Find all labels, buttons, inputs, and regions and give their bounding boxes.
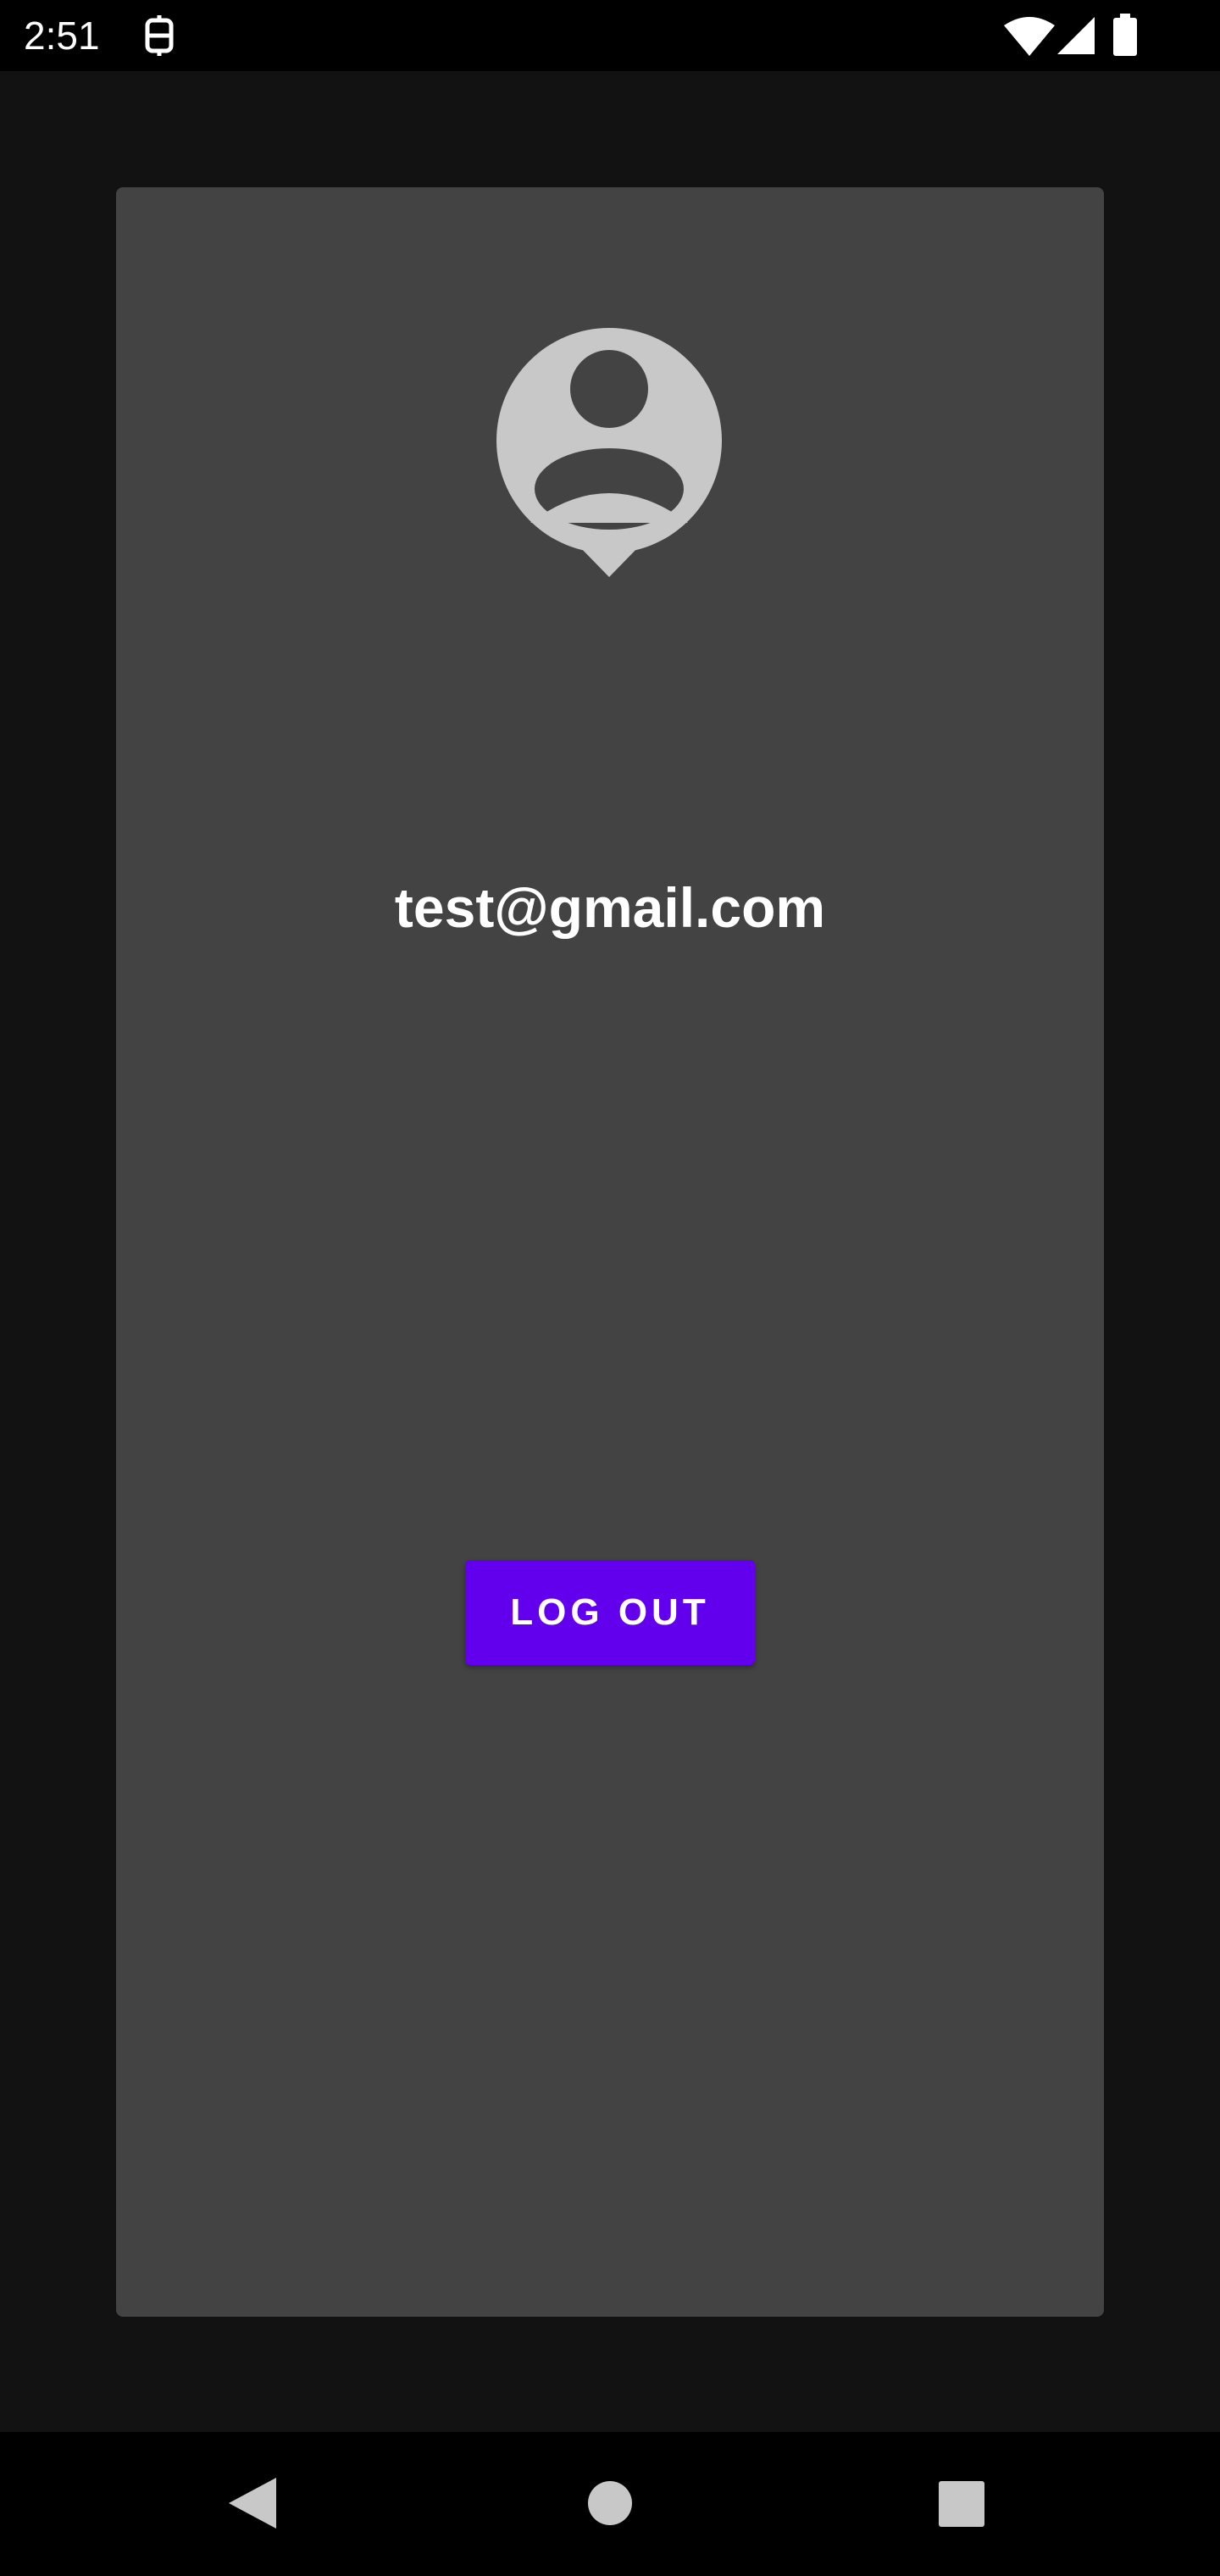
logout-button[interactable]: LOG OUT bbox=[465, 1560, 755, 1665]
home-icon[interactable] bbox=[588, 2481, 632, 2525]
account-avatar-icon bbox=[496, 328, 722, 577]
back-icon[interactable] bbox=[229, 2478, 276, 2529]
battery-icon bbox=[1113, 14, 1137, 56]
logout-button-label: LOG OUT bbox=[510, 1591, 710, 1633]
sync-icon bbox=[145, 15, 174, 56]
cellular-signal-icon bbox=[1057, 17, 1095, 54]
user-email: test@gmail.com bbox=[394, 876, 826, 939]
recents-icon[interactable] bbox=[939, 2481, 984, 2527]
profile-card: test@gmail.com LOG OUT bbox=[116, 187, 1104, 2317]
navigation-bar bbox=[0, 2432, 1220, 2576]
status-bar: 2:51 bbox=[0, 0, 1220, 71]
wifi-icon bbox=[1004, 17, 1055, 56]
status-time: 2:51 bbox=[24, 14, 100, 58]
